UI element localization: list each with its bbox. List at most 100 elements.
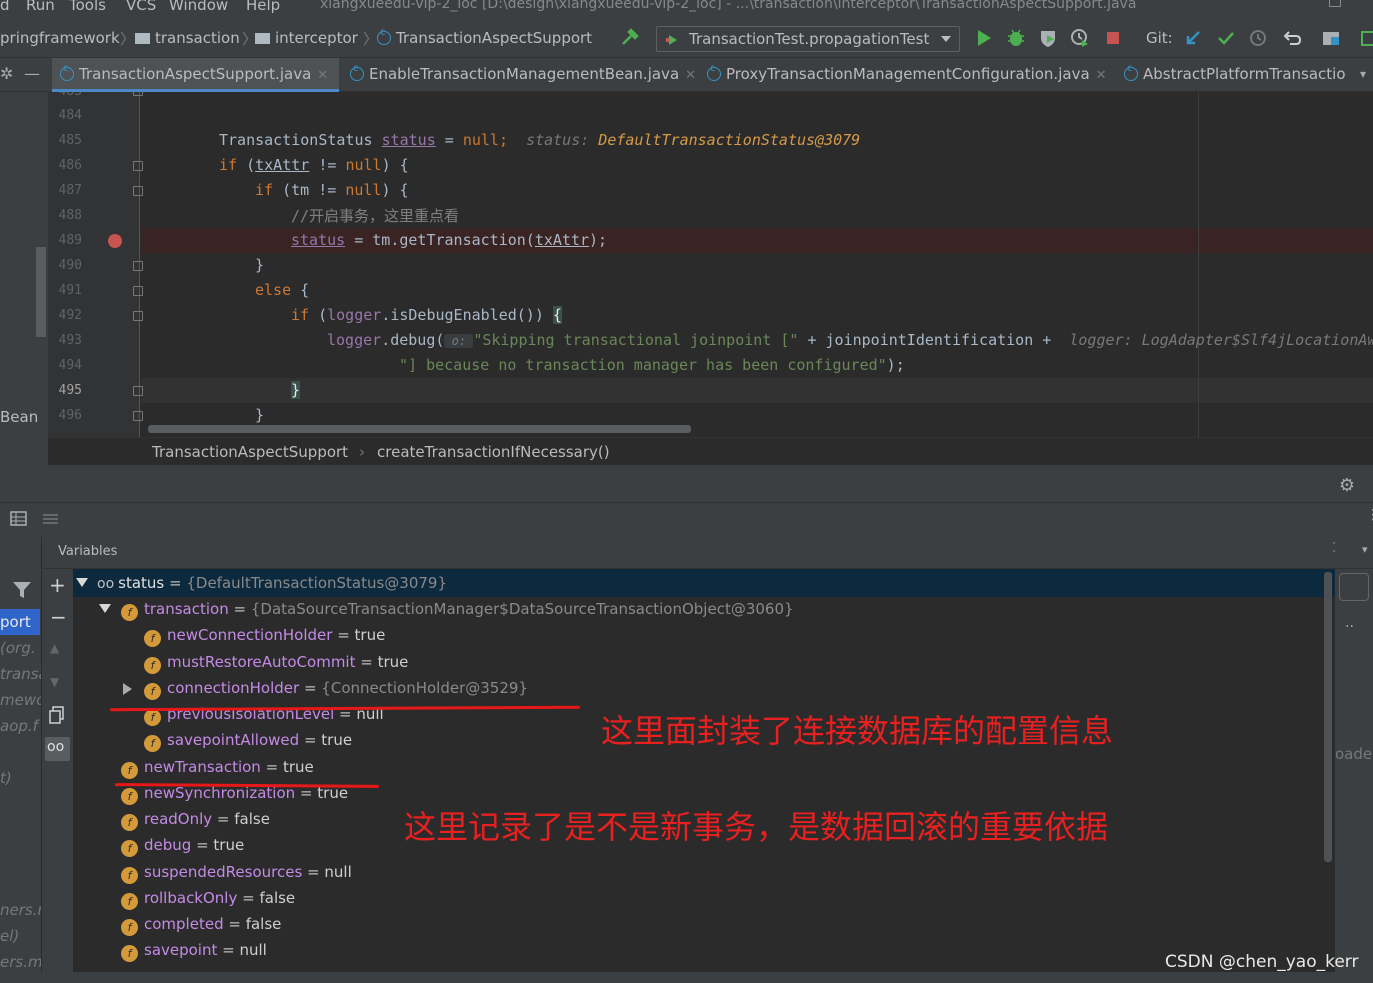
close-icon[interactable]: ✕ — [685, 68, 696, 83]
close-icon[interactable]: ✕ — [1096, 68, 1107, 83]
var-row-rollbackonly[interactable]: f rollbackOnly = false — [121, 889, 295, 915]
add-watch-icon[interactable]: + — [49, 573, 66, 597]
project-item-bean[interactable]: Bean — [0, 408, 38, 426]
var-row-newsynchronization[interactable]: f newSynchronization = true — [121, 784, 348, 810]
fold-marker-icon[interactable] — [133, 161, 143, 171]
gear-icon[interactable]: ⚙ — [1339, 475, 1355, 496]
expand-arrow-right-icon[interactable] — [123, 683, 132, 695]
frame-item[interactable]: ers.mo — [0, 953, 41, 971]
nav-crumb-transaction[interactable]: transaction — [135, 29, 240, 47]
frame-item[interactable]: port — [0, 613, 31, 631]
watch-glasses-icon: oo — [97, 576, 115, 592]
table-view-icon[interactable] — [10, 510, 28, 528]
frame-item[interactable]: ners.n — [0, 901, 41, 919]
frame-item[interactable]: (org. — [0, 639, 36, 657]
class-icon — [707, 63, 721, 81]
breakpoint-icon[interactable] — [108, 234, 122, 248]
menu-item-run[interactable]: Run — [26, 0, 55, 14]
var-row-newtransaction[interactable]: f newTransaction = true — [121, 758, 314, 784]
var-row-suspendedresources[interactable]: f suspendedResources = null — [121, 863, 352, 889]
console-search-box[interactable] — [1339, 573, 1369, 601]
nav-crumb-class[interactable]: TransactionAspectSupport — [377, 27, 592, 47]
breadcrumb-method[interactable]: createTransactionIfNecessary() — [377, 443, 610, 461]
run-icon[interactable] — [974, 28, 994, 48]
tab-enabletransactionmanagementbean[interactable]: EnableTransactionManagementBean.java ✕ — [342, 58, 696, 92]
expand-arrow-down-icon[interactable] — [76, 578, 88, 587]
var-row-status[interactable]: oo status = {DefaultTransactionStatus@307… — [97, 574, 447, 600]
coverage-shield-icon[interactable] — [1038, 28, 1058, 48]
move-down-icon[interactable]: ▼ — [50, 675, 59, 689]
tab-abstractplatformtransaction[interactable]: AbstractPlatformTransactio — [1116, 58, 1348, 92]
run-configuration-select[interactable]: TransactionTest.propagationTest — [656, 26, 960, 52]
code-editor[interactable]: 483 484 485 486 487 488 489 490 491 492 … — [48, 92, 1373, 437]
fold-marker-icon[interactable] — [133, 92, 143, 96]
chevron-down-icon[interactable]: ▾ — [1362, 543, 1368, 556]
fold-marker-icon[interactable] — [133, 261, 143, 271]
line-number: 490 — [58, 258, 82, 273]
editor-horizontal-scrollbar[interactable] — [148, 425, 691, 433]
drag-handle-icon[interactable]: ⁚ — [1332, 541, 1336, 556]
nav-crumb-springframework[interactable]: pringframework — [0, 29, 120, 47]
variables-tab-label[interactable]: Variables — [58, 544, 117, 559]
fold-marker-icon[interactable] — [133, 186, 143, 196]
restore-window-icon[interactable] — [1329, 0, 1341, 7]
fold-marker-icon[interactable] — [133, 311, 143, 321]
threads-list-icon[interactable] — [42, 510, 60, 528]
git-commit-check-icon[interactable] — [1216, 28, 1236, 48]
close-icon[interactable]: ✕ — [317, 68, 328, 83]
copy-icon[interactable] — [49, 706, 65, 724]
expand-arrow-down-icon[interactable] — [99, 604, 111, 613]
fold-marker-icon[interactable] — [133, 386, 143, 396]
settings-gear-icon[interactable]: ✲ — [0, 64, 13, 83]
stop-icon[interactable] — [1103, 28, 1123, 48]
menu-item-window[interactable]: Window — [169, 0, 228, 14]
frame-item[interactable]: mewo — [0, 691, 41, 709]
var-row-savepoint[interactable]: f savepoint = null — [121, 941, 267, 967]
fold-marker-icon[interactable] — [133, 411, 143, 421]
var-row-savepointallowed[interactable]: f savepointAllowed = true — [144, 731, 352, 757]
show-watches-toggle[interactable]: oo — [45, 737, 70, 761]
var-value: null — [324, 863, 352, 881]
filter-icon[interactable] — [12, 581, 32, 599]
project-panel-scrollbar[interactable] — [36, 247, 46, 337]
tabs-overflow-chevron-icon[interactable]: ▾ — [1360, 67, 1366, 81]
var-row-mustrestoreautocommit[interactable]: f mustRestoreAutoCommit = true — [144, 653, 408, 679]
menu-item-help[interactable]: Help — [246, 0, 280, 14]
more-icon[interactable]: ⋮ — [1366, 507, 1373, 523]
frame-item[interactable]: transa — [0, 665, 41, 683]
menu-item-tools[interactable]: Tools — [69, 0, 106, 14]
code-token: { — [552, 306, 562, 324]
fold-marker-icon[interactable] — [133, 286, 143, 296]
tab-transactionaspectsupport[interactable]: TransactionAspectSupport.java ✕ — [52, 58, 339, 92]
build-hammer-icon[interactable] — [620, 28, 640, 48]
var-row-transaction[interactable]: f transaction = {DataSourceTransactionMan… — [121, 600, 794, 626]
minimize-icon[interactable]: — — [24, 64, 40, 83]
frame-item[interactable]: el) — [0, 927, 19, 945]
more-icon[interactable]: .. — [1345, 615, 1354, 631]
var-row-debug[interactable]: f debug = true — [121, 836, 244, 862]
tab-proxytransactionmanagementconfiguration[interactable]: ProxyTransactionManagementConfiguration.… — [699, 58, 1113, 92]
menu-item-vcs[interactable]: VCS — [126, 0, 156, 14]
frame-item[interactable]: t) — [0, 769, 12, 787]
debug-bug-icon[interactable] — [1006, 28, 1026, 48]
toolbox-icon[interactable] — [1360, 28, 1373, 48]
nav-crumb-interceptor[interactable]: interceptor — [255, 29, 358, 47]
menu-item-d[interactable]: d — [0, 0, 10, 14]
var-row-readonly[interactable]: f readOnly = false — [121, 810, 270, 836]
variables-vertical-scrollbar[interactable] — [1324, 572, 1332, 862]
breadcrumb-class[interactable]: TransactionAspectSupport — [152, 443, 348, 461]
frame-item[interactable]: aop.f — [0, 717, 38, 735]
project-structure-icon[interactable] — [1321, 28, 1341, 48]
var-row-newconnectionholder[interactable]: f newConnectionHolder = true — [144, 626, 385, 652]
git-update-icon[interactable] — [1183, 28, 1203, 48]
variables-tree[interactable]: oo status = {DefaultTransactionStatus@307… — [73, 569, 1335, 972]
rollback-undo-icon[interactable] — [1282, 28, 1302, 48]
move-up-icon[interactable]: ▲ — [50, 641, 59, 655]
var-row-connectionholder[interactable]: f connectionHolder = {ConnectionHolder@35… — [144, 679, 528, 705]
profile-icon[interactable] — [1070, 28, 1090, 48]
remove-watch-icon[interactable]: − — [50, 605, 67, 629]
var-row-completed[interactable]: f completed = false — [121, 915, 281, 941]
history-clock-icon[interactable] — [1248, 28, 1268, 48]
var-name: connectionHolder — [167, 679, 300, 697]
var-value: false — [234, 810, 270, 828]
